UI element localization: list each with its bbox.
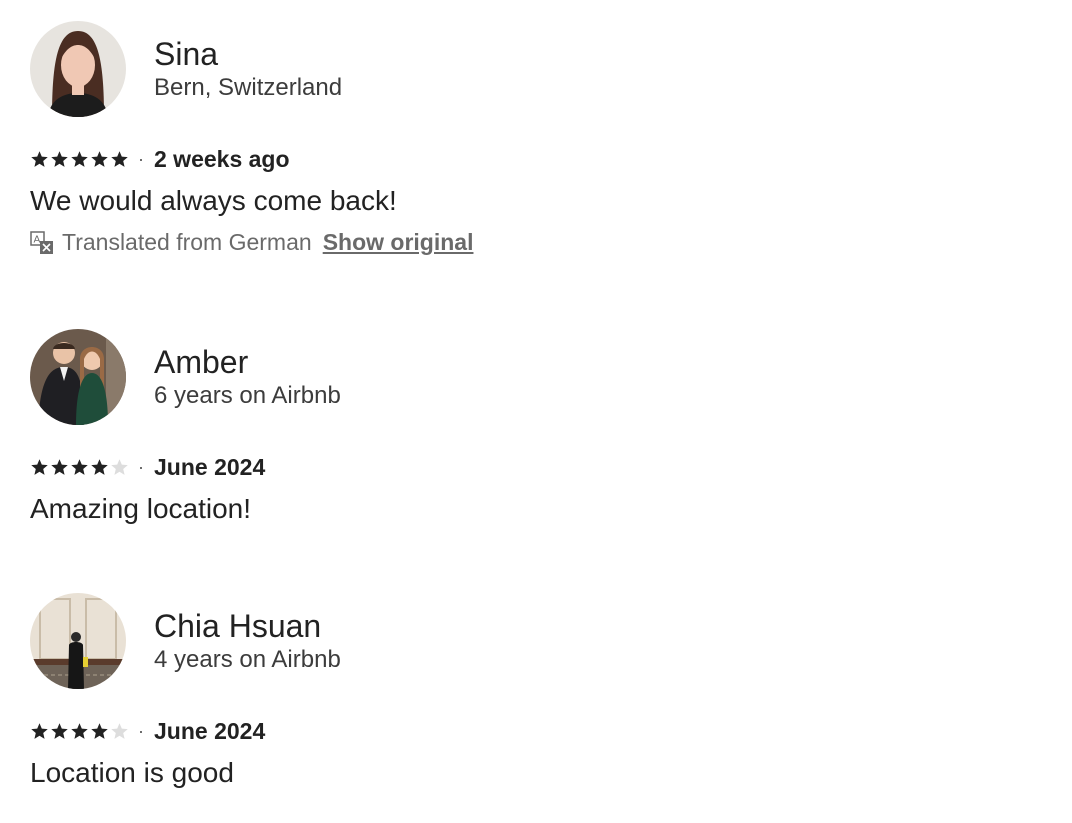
star-filled-icon (111, 150, 128, 167)
reviewer-tenure: 6 years on Airbnb (154, 382, 341, 409)
avatar-photo (30, 21, 126, 117)
avatar[interactable] (30, 329, 126, 425)
translation-notice: A Translated from German Show original (30, 229, 730, 256)
review-card: Amber 6 years on Airbnb · June 2024 Amaz… (30, 329, 730, 527)
review-meta: · June 2024 (30, 453, 730, 481)
avatar[interactable] (30, 593, 126, 689)
star-filled-icon (51, 150, 68, 167)
star-rating (30, 722, 129, 741)
reviewer-tenure: 4 years on Airbnb (154, 646, 341, 673)
star-empty-icon (111, 722, 128, 739)
review-date: 2 weeks ago (154, 145, 290, 172)
review-meta: · 2 weeks ago (30, 145, 730, 173)
translation-note: Translated from German (62, 229, 312, 255)
star-filled-icon (71, 458, 88, 475)
reviewer-name: Chia Hsuan (154, 608, 322, 644)
star-filled-icon (91, 722, 108, 739)
star-filled-icon (31, 722, 48, 739)
star-empty-icon (111, 458, 128, 475)
separator-dot: · (138, 721, 144, 741)
avatar-photo (30, 593, 126, 689)
star-rating (30, 150, 129, 169)
star-filled-icon (51, 458, 68, 475)
review-text: Amazing location! (30, 493, 252, 524)
review-date: June 2024 (154, 453, 266, 480)
review-text: We would always come back! (30, 185, 397, 216)
show-original-link[interactable]: Show original (323, 229, 474, 256)
review-card: Chia Hsuan 4 years on Airbnb · June 2024… (30, 593, 730, 791)
review-card: Sina Bern, Switzerland · 2 weeks ago We … (30, 21, 730, 256)
star-filled-icon (71, 150, 88, 167)
translate-icon: A (30, 230, 53, 254)
review-text: Location is good (30, 757, 234, 788)
reviewer-header: Amber 6 years on Airbnb (30, 329, 730, 425)
reviewer-header: Chia Hsuan 4 years on Airbnb (30, 593, 730, 689)
star-filled-icon (91, 150, 108, 167)
svg-text:A: A (34, 234, 41, 245)
reviewer-header: Sina Bern, Switzerland (30, 21, 730, 117)
reviewer-name: Amber (154, 344, 249, 380)
review-date: June 2024 (154, 717, 266, 744)
separator-dot: · (138, 457, 144, 477)
reviewer-location: Bern, Switzerland (154, 74, 343, 101)
avatar-photo (30, 329, 126, 425)
star-filled-icon (51, 722, 68, 739)
separator-dot: · (138, 149, 144, 169)
star-filled-icon (31, 150, 48, 167)
review-meta: · June 2024 (30, 717, 730, 745)
avatar[interactable] (30, 21, 126, 117)
star-filled-icon (71, 722, 88, 739)
star-filled-icon (31, 458, 48, 475)
star-rating (30, 458, 129, 477)
reviewer-name: Sina (154, 36, 219, 72)
star-filled-icon (91, 458, 108, 475)
